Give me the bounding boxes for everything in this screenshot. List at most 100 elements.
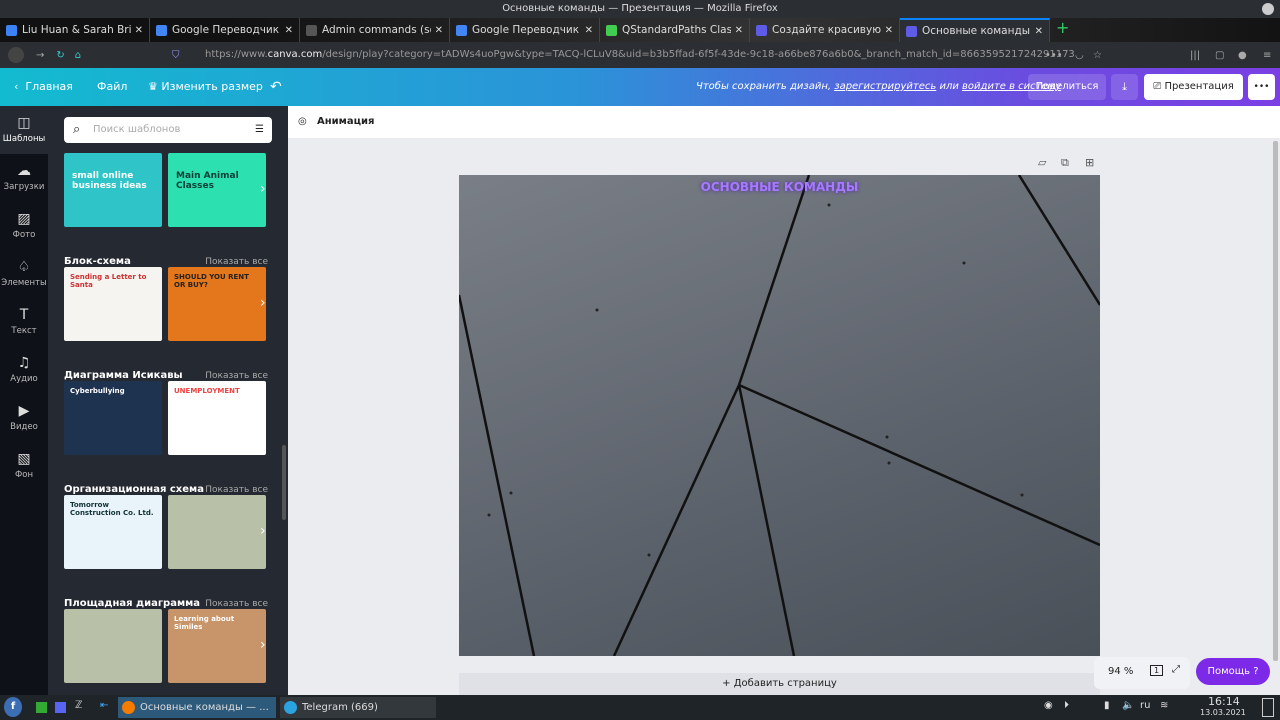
template-thumbnail[interactable] [168, 495, 266, 569]
browser-tab[interactable]: Admin commands (sourcem ✕ [300, 18, 450, 42]
browser-tab[interactable]: Google Переводчик ✕ [150, 18, 300, 42]
close-tab-icon[interactable]: ✕ [735, 25, 743, 36]
browser-tab[interactable]: QStandardPaths Class | ✕ [600, 18, 750, 42]
battery-icon[interactable]: ▮ [1104, 700, 1110, 711]
app-icon[interactable]: ℤ [75, 700, 82, 711]
new-tab-button[interactable]: + [1050, 18, 1075, 42]
filter-icon[interactable]: ☰ [255, 117, 264, 143]
menu-icon[interactable]: ≡ [1263, 50, 1271, 61]
template-thumbnail[interactable]: small online business ideas [64, 153, 162, 227]
rail-item[interactable]: ▨ Фото [0, 202, 48, 250]
taskbar-firefox[interactable]: Основные команды — ... [118, 697, 276, 718]
forward-icon[interactable]: → [36, 50, 44, 61]
chevron-right-icon[interactable]: › [260, 181, 266, 197]
back-icon[interactable] [8, 47, 24, 63]
template-thumbnail[interactable]: Sending a Letter to Santa [64, 267, 162, 341]
template-thumbnail[interactable]: Cyberbullying [64, 381, 162, 455]
help-button[interactable]: Помощь ? [1196, 658, 1270, 685]
page-count[interactable]: 1 [1150, 665, 1164, 676]
reload-icon[interactable]: ↻ [56, 50, 64, 61]
sidebar-icon[interactable]: ▢ [1215, 50, 1224, 61]
bookmark-star-icon[interactable]: ☆ [1093, 50, 1102, 61]
tab-favicon [156, 24, 167, 36]
rail-item[interactable]: ♫ Аудио [0, 346, 48, 394]
note-icon[interactable]: ▱ [1038, 156, 1046, 169]
share-button[interactable]: Поделиться [1028, 74, 1106, 100]
template-thumbnail[interactable]: SHOULD YOU RENT OR BUY? [168, 267, 266, 341]
fullscreen-icon[interactable]: ⤢ [1172, 664, 1180, 675]
chevron-right-icon[interactable]: › [260, 409, 266, 425]
editor-scrollbar[interactable] [1273, 141, 1278, 661]
wifi-icon[interactable]: ≋ [1160, 700, 1168, 711]
clock-date[interactable]: 13.03.2021 [1200, 708, 1246, 717]
close-tab-icon[interactable]: ✕ [1035, 26, 1043, 37]
animation-button[interactable]: ◎ Анимация [288, 106, 1280, 138]
rail-item[interactable]: ☁ Загрузки [0, 154, 48, 202]
show-all-link[interactable]: Показать все [205, 257, 268, 267]
undo-icon[interactable]: ↶ [270, 68, 282, 106]
clock-time[interactable]: 16:14 [1208, 695, 1240, 708]
duplicate-icon[interactable]: ⧉ [1061, 156, 1069, 170]
close-tab-icon[interactable]: ✕ [285, 25, 293, 36]
resize-button[interactable]: ♛ Изменить размер [148, 68, 263, 106]
discord-icon[interactable] [55, 702, 66, 713]
arrow-icon[interactable]: ⇤ [100, 700, 108, 711]
template-thumbnail[interactable]: Tomorrow Construction Co. Ltd. [64, 495, 162, 569]
slide-canvas[interactable]: ОСНОВНЫЕ КОМАНДЫ [459, 175, 1100, 656]
browser-tab[interactable]: Liu Huan & Sarah Bri ✕ [0, 18, 150, 42]
show-desktop-icon[interactable] [1262, 698, 1274, 717]
template-thumbnail[interactable]: UNEMPLOYMENT [168, 381, 266, 455]
add-page-button[interactable]: + Добавить страницу [459, 673, 1100, 695]
slide-title[interactable]: ОСНОВНЫЕ КОМАНДЫ [459, 180, 1100, 194]
account-icon[interactable]: ● [1238, 50, 1247, 61]
rail-item[interactable]: ♤ Элементы [0, 250, 48, 298]
template-thumbnail[interactable]: Main Animal Classes [168, 153, 266, 227]
close-tab-icon[interactable]: ✕ [585, 25, 593, 36]
volume-icon[interactable]: 🔈 [1122, 700, 1134, 711]
shield-icon[interactable]: ⛉ [172, 50, 180, 61]
library-icon[interactable]: ||| [1190, 50, 1200, 61]
show-all-link[interactable]: Показать все [205, 485, 268, 495]
more-button[interactable]: ••• [1248, 74, 1275, 100]
home-button[interactable]: ‹ Главная [14, 68, 73, 106]
browser-tab[interactable]: Основные команды — ✕ [900, 18, 1050, 42]
file-menu[interactable]: Файл [97, 68, 127, 106]
rail-item[interactable]: T Текст [0, 298, 48, 346]
home-icon[interactable]: ⌂ [75, 50, 81, 61]
browser-tab[interactable]: Google Переводчик ✕ [450, 18, 600, 42]
keyboard-layout[interactable]: ru [1140, 700, 1150, 711]
add-page-icon[interactable]: ⊞ [1085, 156, 1094, 169]
show-all-link[interactable]: Показать все [205, 371, 268, 381]
search-input[interactable]: Поиск шаблонов ⌕ ☰ [64, 117, 272, 143]
tab-bar: Liu Huan & Sarah Bri ✕ Google Переводчик ✕ A… [0, 18, 1280, 42]
editor-area: ◎ Анимация ▱ ⧉ ⊞ ОСНОВНЫЕ КОМАНДЫ + Добав… [288, 106, 1280, 695]
template-thumbnail[interactable]: Learning about Similes [168, 609, 266, 683]
rail-item[interactable]: ◫ Шаблоны [0, 106, 48, 154]
spreadsheet-icon[interactable] [36, 702, 47, 713]
present-button[interactable]: ⎚ Презентация [1144, 74, 1243, 100]
media-icon[interactable]: ⏵ [1064, 700, 1069, 711]
chevron-right-icon[interactable]: › [260, 523, 266, 539]
close-window-icon[interactable] [1262, 3, 1274, 15]
chevron-right-icon[interactable]: › [260, 637, 266, 653]
zoom-level[interactable]: 94 % [1108, 666, 1133, 677]
show-all-link[interactable]: Показать все [205, 599, 268, 609]
close-tab-icon[interactable]: ✕ [435, 25, 443, 36]
close-tab-icon[interactable]: ✕ [885, 25, 893, 36]
browser-tab[interactable]: Создайте красивую та ✕ [750, 18, 900, 42]
tray-icon-1[interactable]: ◉ [1044, 700, 1053, 711]
close-tab-icon[interactable]: ✕ [135, 25, 143, 36]
download-icon[interactable]: ⤓ [1111, 74, 1138, 100]
template-thumbnail[interactable] [64, 609, 162, 683]
rail-item[interactable]: ▧ Фон [0, 442, 48, 490]
rail-item[interactable]: ▶ Видео [0, 394, 48, 442]
pocket-icon[interactable]: ◡ [1075, 50, 1084, 61]
fedora-menu-icon[interactable]: f [4, 697, 22, 717]
url-bar[interactable]: https://www.canva.com/design/play?catego… [205, 49, 1075, 60]
panel-scrollbar[interactable] [282, 445, 286, 520]
register-link[interactable]: зарегистрируйтесь [834, 81, 936, 92]
templates-panel: Поиск шаблонов ⌕ ☰ small online business… [48, 106, 288, 695]
page-actions-icon[interactable]: ••• [1045, 50, 1063, 61]
taskbar-telegram[interactable]: Telegram (669) [280, 697, 436, 718]
chevron-right-icon[interactable]: › [260, 295, 266, 311]
